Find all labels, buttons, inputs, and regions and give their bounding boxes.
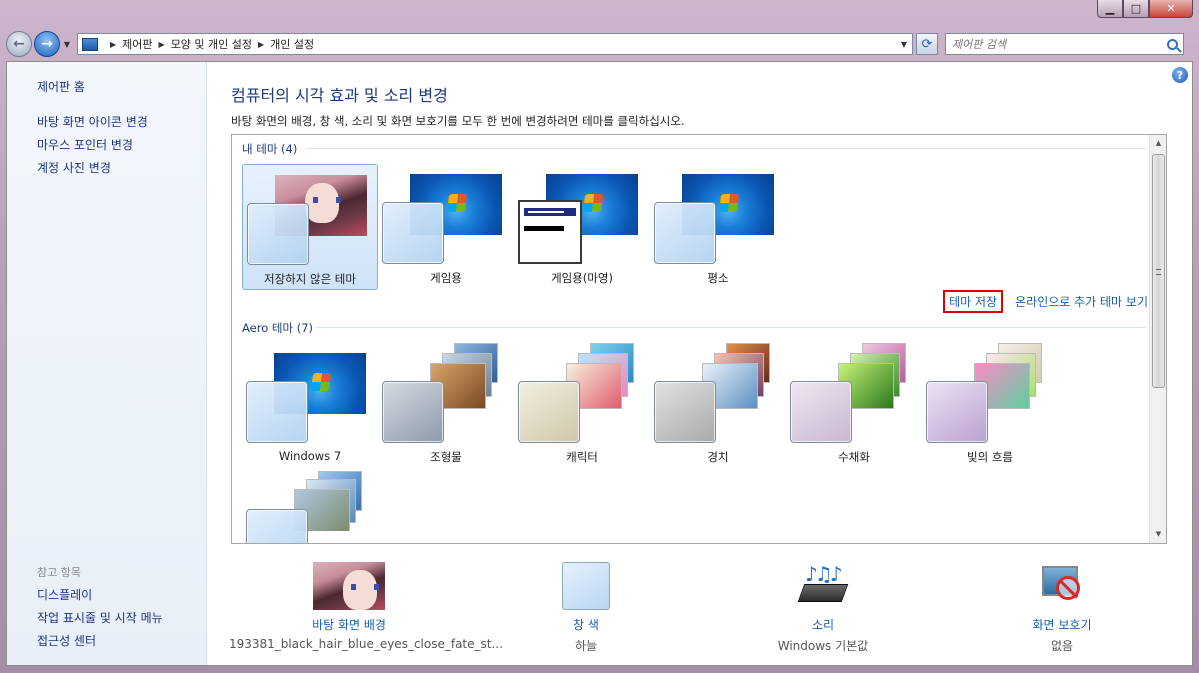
window-color-value: 하늘 bbox=[574, 639, 598, 653]
window-color-swatch bbox=[382, 381, 444, 443]
theme-scenes-partial[interactable] bbox=[242, 465, 378, 543]
get-more-themes-online-link[interactable]: 온라인으로 추가 테마 보기 bbox=[1015, 293, 1148, 310]
page-title: 컴퓨터의 시각 효과 및 소리 변경 bbox=[231, 86, 448, 105]
divider bbox=[306, 148, 1146, 149]
summary-screen-saver[interactable]: 화면 보호기 없음 bbox=[1002, 562, 1122, 654]
theme-list-scrollbar[interactable]: ▲ ▼ bbox=[1149, 135, 1166, 543]
breadcrumb-personalization[interactable]: 개인 설정 bbox=[270, 36, 314, 52]
sidebar-link-taskbar[interactable]: 작업 표시줄 및 시작 메뉴 bbox=[37, 609, 163, 626]
theme-label: 빛의 흐름 bbox=[967, 450, 1013, 464]
theme-gaming-mayeong[interactable]: 게임용(마영) bbox=[514, 164, 650, 290]
theme-actions: 테마 저장 온라인으로 추가 테마 보기 bbox=[943, 290, 1148, 313]
theme-landscapes[interactable]: 경치 bbox=[650, 343, 786, 469]
theme-light-auras[interactable]: 빛의 흐름 bbox=[922, 343, 1058, 469]
theme-unsaved[interactable]: 저장하지 않은 테마 bbox=[242, 164, 378, 290]
theme-label: 게임용 bbox=[430, 271, 462, 285]
theme-label: 조형물 bbox=[430, 450, 462, 464]
navigation-bar: ← → ▼ ▶ 제어판 ▶ 모양 및 개인 설정 ▶ 개인 설정 ▼ ⟳ bbox=[6, 30, 1193, 58]
see-also-title: 참고 항목 bbox=[37, 566, 81, 579]
page-description: 바탕 화면의 배경, 창 색, 소리 및 화면 보호기를 모두 한 번에 변경하… bbox=[231, 114, 685, 128]
refresh-button[interactable]: ⟳ bbox=[916, 33, 938, 55]
my-themes-header: 내 테마 (4) bbox=[242, 142, 298, 156]
background-title[interactable]: 바탕 화면 배경 bbox=[229, 616, 469, 633]
theme-architecture[interactable]: 조형물 bbox=[378, 343, 514, 469]
theme-windows7[interactable]: Windows 7 bbox=[242, 343, 378, 469]
theme-label: 평소 bbox=[707, 271, 729, 285]
summary-desktop-background[interactable]: 바탕 화면 배경 193381_black_hair_blue_eyes_clo… bbox=[229, 562, 503, 651]
window-color-swatch bbox=[926, 381, 988, 443]
breadcrumb-control-panel[interactable]: 제어판 bbox=[122, 36, 152, 52]
maximize-button[interactable]: □ bbox=[1123, 0, 1149, 18]
theme-label: 게임용(마영) bbox=[551, 271, 613, 285]
window-color-swatch bbox=[518, 381, 580, 443]
refresh-icon: ⟳ bbox=[921, 36, 933, 52]
window-color-title[interactable]: 창 색 bbox=[526, 616, 646, 633]
sidebar-link-account-picture[interactable]: 계정 사진 변경 bbox=[37, 159, 111, 176]
minimize-button[interactable]: ▁ bbox=[1097, 0, 1123, 18]
theme-label: 저장하지 않은 테마 bbox=[264, 272, 356, 286]
sidebar-link-ease-of-access[interactable]: 접근성 센터 bbox=[37, 632, 96, 649]
chevron-right-icon[interactable]: ▶ bbox=[159, 40, 165, 49]
breadcrumb-appearance[interactable]: 모양 및 개인 설정 bbox=[171, 36, 252, 52]
help-icon[interactable]: ? bbox=[1172, 67, 1188, 83]
sidebar-link-desktop-icons[interactable]: 바탕 화면 아이콘 변경 bbox=[37, 113, 148, 130]
back-button[interactable]: ← bbox=[6, 31, 32, 57]
window-color-swatch bbox=[247, 203, 309, 265]
sidebar-link-display[interactable]: 디스플레이 bbox=[37, 586, 92, 603]
screen-saver-value: 없음 bbox=[1050, 639, 1074, 653]
search-box bbox=[945, 33, 1184, 55]
chevron-right-icon[interactable]: ▶ bbox=[110, 40, 116, 49]
window-color-swatch bbox=[790, 381, 852, 443]
control-panel-icon bbox=[82, 37, 98, 51]
background-filename: 193381_black_hair_blue_eyes_close_fate_s… bbox=[229, 637, 503, 651]
screen-saver-title[interactable]: 화면 보호기 bbox=[1002, 616, 1122, 633]
address-dropdown-icon[interactable]: ▼ bbox=[896, 40, 912, 49]
sounds-value: Windows 기본값 bbox=[777, 639, 869, 653]
sound-icon: ♪♫♪ bbox=[795, 562, 851, 610]
background-thumbnail bbox=[313, 562, 385, 610]
address-bar[interactable]: ▶ 제어판 ▶ 모양 및 개인 설정 ▶ 개인 설정 ▼ bbox=[77, 33, 913, 55]
grip-icon bbox=[1156, 269, 1161, 275]
screen-saver-icon bbox=[1034, 562, 1090, 610]
sounds-title[interactable]: 소리 bbox=[763, 616, 883, 633]
theme-label: 수채화 bbox=[838, 450, 870, 464]
back-arrow-icon: ← bbox=[13, 36, 25, 52]
window-color-thumbnail bbox=[562, 562, 610, 610]
theme-label: Windows 7 bbox=[278, 449, 342, 463]
scrollbar-thumb[interactable] bbox=[1152, 154, 1165, 388]
scroll-up-icon[interactable]: ▲ bbox=[1150, 135, 1166, 152]
window-color-swatch bbox=[246, 381, 308, 443]
save-theme-link[interactable]: 테마 저장 bbox=[943, 290, 1004, 313]
window-color-swatch bbox=[654, 381, 716, 443]
content-area: 제어판 홈 바탕 화면 아이콘 변경 마우스 포인터 변경 계정 사진 변경 참… bbox=[6, 61, 1193, 666]
caption-buttons: ▁ □ ✕ bbox=[1097, 0, 1193, 18]
forward-arrow-icon: → bbox=[41, 36, 53, 52]
theme-gaming[interactable]: 게임용 bbox=[378, 164, 514, 290]
divider bbox=[316, 327, 1146, 328]
window-color-swatch bbox=[654, 202, 716, 264]
window-color-swatch bbox=[246, 509, 308, 543]
close-button[interactable]: ✕ bbox=[1149, 0, 1193, 18]
theme-watercolor[interactable]: 수채화 bbox=[786, 343, 922, 469]
sidebar-link-control-panel-home[interactable]: 제어판 홈 bbox=[37, 78, 85, 95]
theme-characters[interactable]: 캐릭터 bbox=[514, 343, 650, 469]
window-color-swatch bbox=[382, 202, 444, 264]
basic-window-swatch bbox=[518, 200, 582, 264]
recent-pages-dropdown[interactable]: ▼ bbox=[61, 40, 73, 49]
aero-themes-header: Aero 테마 (7) bbox=[242, 321, 314, 335]
theme-usual[interactable]: 평소 bbox=[650, 164, 786, 290]
scroll-down-icon[interactable]: ▼ bbox=[1150, 526, 1166, 543]
window-frame: ▁ □ ✕ ← → ▼ ▶ 제어판 ▶ 모양 및 개인 설정 ▶ 개인 설정 ▼… bbox=[0, 0, 1199, 673]
theme-label: 캐릭터 bbox=[566, 450, 598, 464]
summary-window-color[interactable]: 창 색 하늘 bbox=[526, 562, 646, 654]
summary-sounds[interactable]: ♪♫♪ 소리 Windows 기본값 bbox=[763, 562, 883, 654]
search-input[interactable] bbox=[952, 37, 1152, 51]
sidebar-link-mouse-pointer[interactable]: 마우스 포인터 변경 bbox=[37, 136, 133, 153]
search-icon[interactable] bbox=[1167, 38, 1178, 50]
chevron-right-icon[interactable]: ▶ bbox=[258, 40, 264, 49]
theme-list: 내 테마 (4) 저장하지 않은 테마 게임용 게임용(마영) 평소 테마 저장… bbox=[231, 134, 1167, 544]
theme-label: 경치 bbox=[707, 450, 729, 464]
forward-button[interactable]: → bbox=[34, 31, 60, 57]
sidebar: 제어판 홈 바탕 화면 아이콘 변경 마우스 포인터 변경 계정 사진 변경 참… bbox=[7, 62, 207, 665]
